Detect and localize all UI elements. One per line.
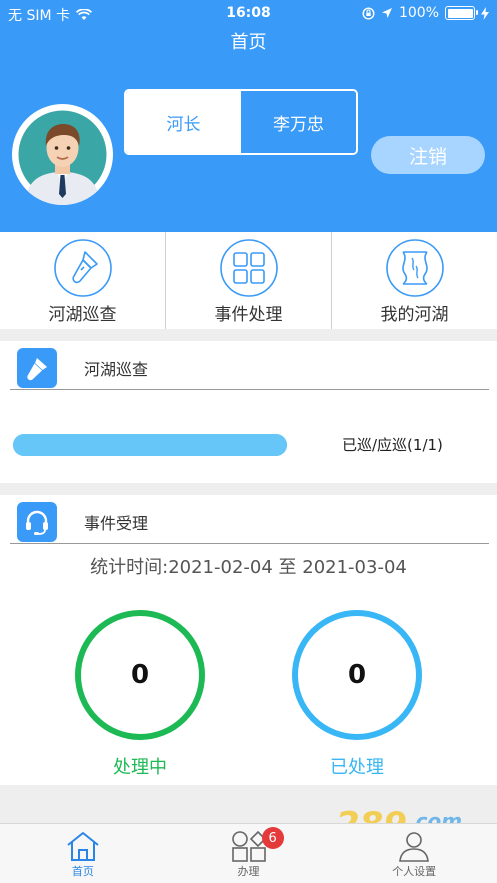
processed-label: 已处理 (330, 757, 384, 778)
tab-bar: 首页 办理 6 个人设置 (0, 823, 497, 883)
quick-label: 我的河湖 (380, 305, 449, 325)
patrol-progress-fill (13, 434, 287, 456)
quick-item-event-handling[interactable]: 事件处理 (166, 232, 332, 329)
grid-icon (219, 239, 278, 297)
page-title: 首页 (230, 32, 267, 53)
quick-item-river-patrol[interactable]: 河湖巡查 (0, 232, 166, 329)
flashlight-icon (53, 239, 112, 297)
notification-badge: 6 (261, 827, 284, 849)
status-bar: 无 SIM 卡 16:08 100% (0, 0, 497, 28)
orientation-lock-icon (362, 6, 375, 20)
role-box: 河长 李万忠 (124, 89, 358, 155)
patrol-card-header: 河湖巡查 (0, 341, 497, 390)
processing-count-circle[interactable]: 0 (75, 610, 205, 740)
user-name: 李万忠 (241, 91, 356, 153)
events-card-header: 事件受理 (0, 495, 497, 544)
headset-icon (17, 502, 57, 542)
tab-label: 首页 (71, 865, 94, 878)
role-label: 河长 (126, 91, 241, 153)
location-icon (381, 8, 392, 18)
tab-label: 个人设置 (392, 865, 437, 878)
battery-icon (445, 6, 478, 20)
events-card: 事件受理 统计时间:2021-02-04 至 2021-03-04 0 处理中 … (0, 495, 497, 785)
processing-label: 处理中 (113, 757, 167, 778)
flashlight-icon (17, 348, 57, 388)
tab-handle[interactable]: 办理 6 (166, 824, 332, 883)
apps-icon (231, 830, 266, 862)
person-icon (399, 832, 430, 862)
card-title: 事件受理 (84, 514, 149, 533)
tab-home[interactable]: 首页 (0, 824, 166, 883)
tab-label: 办理 (237, 865, 260, 878)
tab-personal-settings[interactable]: 个人设置 (331, 824, 497, 883)
avatar-illustration (12, 104, 113, 205)
quick-label: 河湖巡查 (48, 305, 117, 325)
quick-menu: 河湖巡查 事件处理 我的河湖 (0, 232, 497, 329)
statistics-range: 统计时间:2021-02-04 至 2021-03-04 (90, 557, 407, 578)
battery-percent: 100% (398, 5, 439, 21)
patrol-card: 河湖巡查 已巡/应巡(1/1) (0, 341, 497, 483)
card-title: 河湖巡查 (84, 360, 149, 379)
processed-count-circle[interactable]: 0 (292, 610, 422, 740)
river-icon (385, 239, 444, 297)
avatar[interactable] (12, 104, 113, 205)
divider (10, 389, 489, 390)
logout-button[interactable]: 注销 (371, 136, 485, 174)
header: 无 SIM 卡 16:08 100% 首页 河长 李万忠 注销 (0, 0, 497, 232)
status-right: 100% (362, 5, 489, 21)
quick-label: 事件处理 (214, 305, 283, 325)
patrol-progress-bar (13, 434, 287, 456)
quick-item-my-rivers[interactable]: 我的河湖 (332, 232, 497, 329)
processing-count: 0 (130, 660, 150, 690)
processed-count: 0 (347, 660, 367, 690)
home-icon (67, 832, 99, 861)
charging-icon (481, 6, 489, 20)
patrol-progress-text: 已巡/应巡(1/1) (342, 436, 443, 454)
divider (10, 543, 489, 544)
